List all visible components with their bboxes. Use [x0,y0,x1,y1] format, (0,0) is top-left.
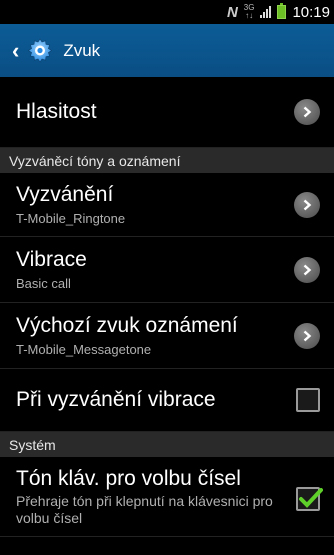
item-title: Hlasitost [16,100,97,123]
list-item-vibration[interactable]: Vibrace Basic call [0,237,334,303]
item-subtitle: T-Mobile_Messagetone [16,342,152,357]
section-header-ringtones: Vyzváněcí tóny a oznámení [0,148,334,173]
item-subtitle: Basic call [16,276,71,291]
battery-icon [277,3,287,19]
nfc-icon: N [226,3,238,21]
list-item-volume[interactable]: Hlasitost [0,77,334,148]
gear-icon [28,37,53,63]
dial-pad-tones-checkbox[interactable] [296,487,323,511]
network-activity-arrows: ↑↓ [245,11,254,20]
item-title: Výchozí zvuk oznámení [16,314,238,337]
list-item-vibrate-on-ring[interactable]: Při vyzvánění vibrace [0,369,334,432]
item-subtitle: Přehraje tón při klepnutí na klávesnici … [16,493,273,526]
item-title: Vibrace [16,248,87,271]
vibrate-on-ring-checkbox[interactable] [296,388,320,412]
back-arrow-icon: ‹ [12,37,20,63]
back-button[interactable]: ‹ [0,24,55,77]
network-type-icon: 3G ↑↓ [244,4,255,20]
clock: 10:19 [292,3,330,21]
settings-list: Hlasitost Vyzváněcí tóny a oznámení Vyzv… [0,77,334,555]
item-title: Tón kláv. pro volbu čísel [16,467,241,490]
status-bar: N 3G ↑↓ 10:19 [0,0,334,24]
item-subtitle: T-Mobile_Ringtone [16,211,126,226]
action-bar: ‹ Zvuk [0,24,334,77]
checkmark-icon [299,488,323,508]
chevron-right-icon [294,322,320,349]
list-item-dial-pad-tones[interactable]: Tón kláv. pro volbu čísel Přehraje tón p… [0,457,334,537]
signal-icon [260,6,272,18]
list-item-ringtone[interactable]: Vyzvánění T-Mobile_Ringtone [0,173,334,237]
item-title: Při vyzvánění vibrace [16,388,216,411]
item-title: Vyzvánění [16,183,114,206]
section-header-system: Systém [0,432,334,457]
page-title: Zvuk [63,40,101,60]
chevron-right-icon [294,256,320,283]
list-item-notification-sound[interactable]: Výchozí zvuk oznámení T-Mobile_Messageto… [0,303,334,369]
chevron-right-icon [294,99,320,125]
chevron-right-icon [294,191,320,218]
